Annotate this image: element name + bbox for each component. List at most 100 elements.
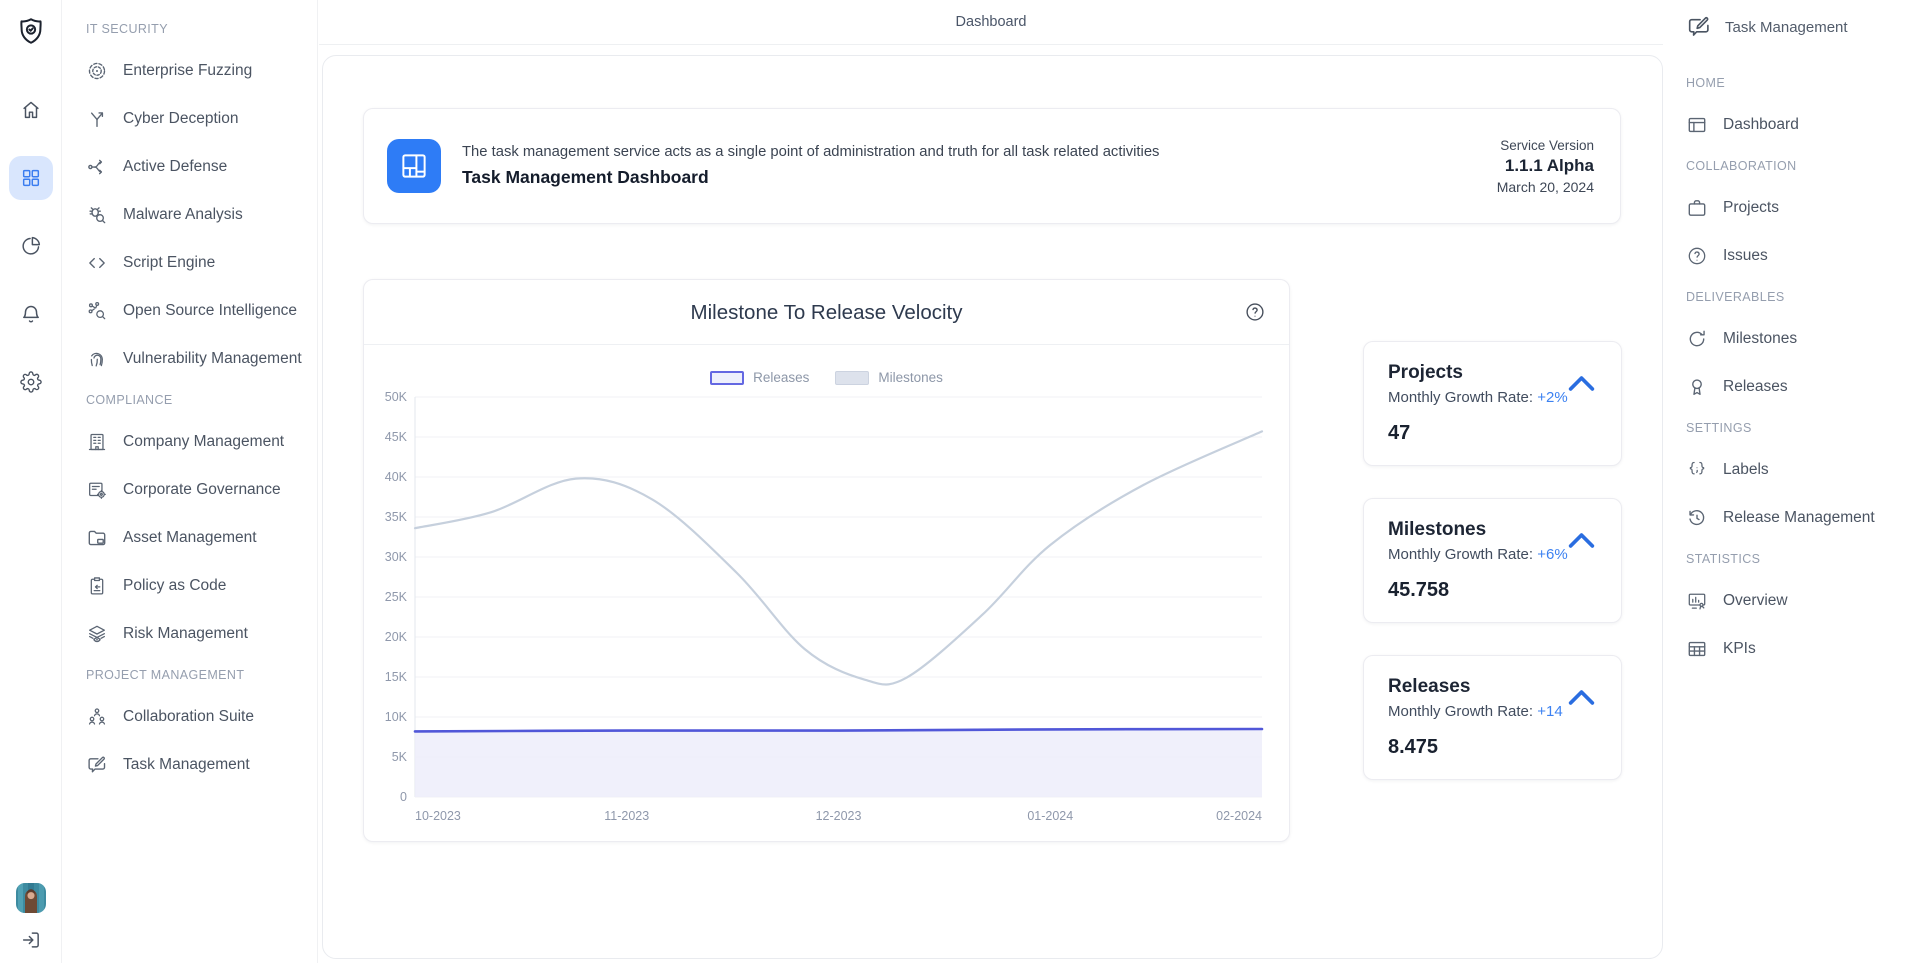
right-sidebar-section: SETTINGS Labels Release Management [1686, 421, 1912, 532]
right-sidebar-item-label: Releases [1723, 378, 1788, 396]
rail-nav [9, 88, 53, 404]
right-sidebar-section: DELIVERABLESMilestonesReleases [1686, 290, 1912, 401]
layers-eye-icon [86, 623, 108, 645]
rail-item-notifications bell-icon[interactable] [9, 292, 53, 336]
question-circle-icon[interactable] [1244, 301, 1266, 323]
sidebar-item-risk-management[interactable]: Risk Management [86, 620, 317, 648]
right-sidebar-item-label: Labels [1723, 461, 1769, 479]
rail-item-apps grid-icon[interactable] [9, 156, 53, 200]
right-sidebar-section-title: HOME [1686, 76, 1912, 90]
stat-growth-value: +2% [1537, 389, 1567, 406]
sidebar-item-vulnerability-management[interactable]: Vulnerability Management [86, 345, 317, 373]
velocity-chart: 05K10K15K20K25K30K35K40K45K50K10-202311-… [364, 389, 1289, 837]
svg-text:5K: 5K [392, 750, 408, 764]
chart-title: Milestone To Release Velocity [364, 301, 1289, 325]
sidebar-item-company-management[interactable]: Company Management [86, 428, 317, 456]
stat-card-projects: ProjectsMonthly Growth Rate: +2%47 [1363, 341, 1622, 466]
network-scan-icon [86, 300, 108, 322]
sidebar-item-enterprise-fuzzing[interactable]: Enterprise Fuzzing [86, 57, 317, 85]
sidebar-item-corporate-governance[interactable]: Corporate Governance [86, 476, 317, 504]
svg-text:35K: 35K [385, 510, 408, 524]
right-sidebar-section-title: SETTINGS [1686, 421, 1912, 435]
rail-item-analytics pie-icon[interactable] [9, 224, 53, 268]
sidebar-section: PROJECT MANAGEMENT Collaboration Suite Tas… [86, 668, 317, 779]
svg-text:10-2023: 10-2023 [415, 809, 461, 823]
stat-cards-column: ProjectsMonthly Growth Rate: +2%47Milest… [1363, 341, 1622, 812]
sidebar-item-label: Active Defense [123, 158, 227, 176]
avatar[interactable] [16, 883, 46, 913]
stat-growth-label: Monthly Growth Rate: [1388, 389, 1533, 406]
icon-rail [0, 0, 62, 963]
chevron-up-icon[interactable] [1567, 375, 1596, 392]
service-version-value: 1.1.1 Alpha [1497, 156, 1594, 176]
sidebar-item-label: Task Management [123, 756, 250, 774]
right-sidebar-item-label: Issues [1723, 247, 1768, 265]
page-title: Task Management Dashboard [462, 167, 1159, 188]
sidebar-item-label: Asset Management [123, 529, 257, 547]
right-sidebar-item-projects[interactable]: Projects [1686, 194, 1912, 222]
right-sidebar-item-label: Projects [1723, 199, 1779, 217]
right-sidebar-item-issues[interactable]: Issues [1686, 242, 1912, 270]
sidebar-item-active-defense[interactable]: Active Defense [86, 153, 317, 181]
legend-swatch [710, 371, 744, 385]
sidebar-section-title: IT SECURITY [86, 22, 317, 36]
app-logo shield-check-icon [16, 16, 46, 46]
stat-growth-label: Monthly Growth Rate: [1388, 546, 1533, 563]
svg-text:11-2023: 11-2023 [604, 809, 649, 823]
right-sidebar-item-label: Release Management [1723, 509, 1875, 527]
stat-card-releases: ReleasesMonthly Growth Rate: +148.475 [1363, 655, 1622, 780]
stat-value: 8.475 [1388, 736, 1597, 759]
sidebar-section-title: PROJECT MANAGEMENT [86, 668, 317, 682]
stat-growth-rate: Monthly Growth Rate: +6% [1388, 546, 1597, 563]
svg-text:0: 0 [400, 790, 407, 804]
briefcase-icon [1686, 197, 1708, 219]
history-icon [1686, 507, 1708, 529]
stat-title: Projects [1388, 362, 1597, 384]
sidebar-item-label: Malware Analysis [123, 206, 243, 224]
rail-item-home home-icon[interactable] [9, 88, 53, 132]
right-sidebar-item-milestones[interactable]: Milestones [1686, 325, 1912, 353]
sidebar-section: IT SECURITY Enterprise Fuzzing Cyber Decep… [86, 22, 317, 373]
svg-text:30K: 30K [385, 550, 408, 564]
right-sidebar-item-overview[interactable]: Overview [1686, 587, 1912, 615]
stat-growth-value: +14 [1537, 703, 1562, 720]
divider [364, 344, 1289, 345]
sidebar-item-task-management[interactable]: Task Management [86, 751, 317, 779]
logout-icon[interactable] [20, 929, 42, 951]
main-panel: The task management service acts as a si… [322, 55, 1663, 959]
sidebar-item-policy-as-code[interactable]: Policy as Code [86, 572, 317, 600]
legend-item-releases[interactable]: Releases [710, 370, 809, 385]
rail-item-settings gear-icon[interactable] [9, 360, 53, 404]
right-sidebar-item-releases[interactable]: Releases [1686, 373, 1912, 401]
stat-growth-rate: Monthly Growth Rate: +2% [1388, 389, 1597, 406]
fingerprint-icon [86, 348, 108, 370]
velocity-chart-card: Milestone To Release Velocity Releases Mi… [363, 279, 1290, 842]
sidebar-item-open-source-intelligence[interactable]: Open Source Intelligence [86, 297, 317, 325]
building-icon [86, 431, 108, 453]
right-sidebar-section-title: STATISTICS [1686, 552, 1912, 566]
sync-icon [1686, 328, 1708, 350]
bug-scan-icon [86, 204, 108, 226]
chevron-up-icon[interactable] [1567, 532, 1596, 549]
sidebar-section-title: COMPLIANCE [86, 393, 317, 407]
right-sidebar-item-kpis[interactable]: KPIs [1686, 635, 1912, 663]
sidebar-item-label: Vulnerability Management [123, 350, 302, 368]
sidebar-item-asset-management[interactable]: Asset Management [86, 524, 317, 552]
right-sidebar-item-labels[interactable]: Labels [1686, 456, 1912, 484]
right-sidebar-item-dashboard[interactable]: Dashboard [1686, 111, 1912, 139]
chevron-up-icon[interactable] [1567, 689, 1596, 706]
sidebar-item-collaboration-suite[interactable]: Collaboration Suite [86, 703, 317, 731]
sidebar-item-malware-analysis[interactable]: Malware Analysis [86, 201, 317, 229]
stat-growth-label: Monthly Growth Rate: [1388, 703, 1533, 720]
right-sidebar-item-release-management[interactable]: Release Management [1686, 504, 1912, 532]
right-sidebar-section: HOME Dashboard [1686, 76, 1912, 139]
sidebar-item-label: Enterprise Fuzzing [123, 62, 252, 80]
sidebar-item-cyber-deception[interactable]: Cyber Deception [86, 105, 317, 133]
legend-item-milestones[interactable]: Milestones [835, 370, 943, 385]
svg-text:50K: 50K [385, 390, 408, 404]
left-sidebar: IT SECURITY Enterprise Fuzzing Cyber Decep… [62, 0, 318, 963]
braces-icon [1686, 459, 1708, 481]
target-icon [86, 60, 108, 82]
sidebar-item-script-engine[interactable]: Script Engine [86, 249, 317, 277]
stat-growth-rate: Monthly Growth Rate: +14 [1388, 703, 1597, 720]
